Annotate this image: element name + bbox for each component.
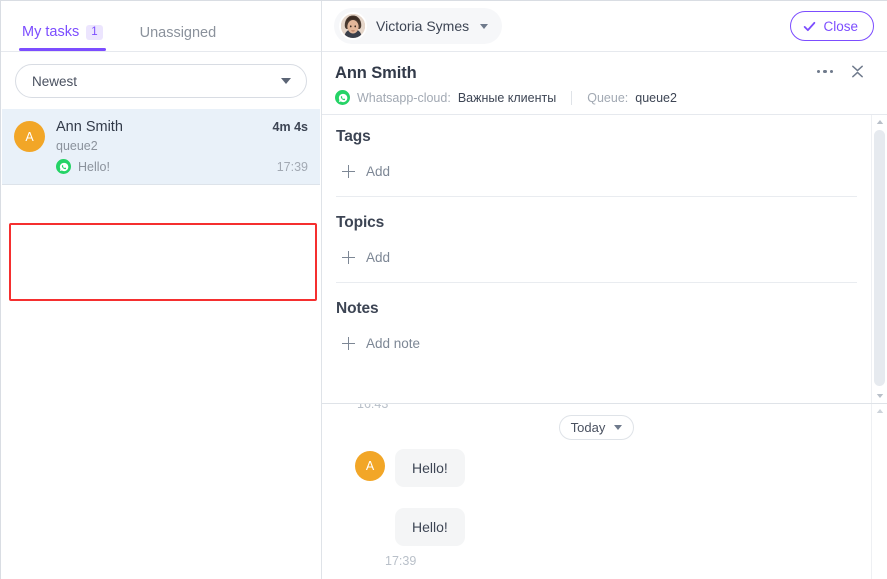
queue-label: Queue:	[587, 90, 629, 105]
contact-meta: Whatsapp-cloud: Важные клиенты Queue: qu…	[335, 90, 874, 105]
chevron-down-icon	[614, 425, 623, 430]
conversation-header: Victoria Symes Close	[322, 1, 887, 52]
section-title-topics: Topics	[336, 214, 385, 231]
task-card-highlight-box	[9, 223, 317, 301]
task-list: A Ann Smith 4m 4s queue2 Hello! 17:39	[1, 109, 321, 579]
task-card-bottom-row: Hello! 17:39	[56, 159, 308, 174]
chevron-down-icon	[480, 23, 489, 29]
details-scrollbar[interactable]	[871, 115, 887, 403]
message-bubble: Hello!	[395, 508, 465, 546]
add-tag-button[interactable]: Add	[342, 164, 857, 179]
add-tag-label: Add	[366, 164, 391, 179]
section-tags: Tags Add	[336, 128, 857, 197]
plus-icon	[342, 165, 355, 178]
add-topic-button[interactable]: Add	[342, 250, 857, 265]
chat-scroll-up-arrow[interactable]	[872, 404, 887, 418]
scroll-down-arrow[interactable]	[872, 389, 887, 403]
section-title-tags: Tags	[336, 128, 371, 145]
agent-avatar	[339, 12, 367, 40]
task-last-message-time: 17:39	[276, 159, 308, 174]
task-card-ann-smith[interactable]: A Ann Smith 4m 4s queue2 Hello! 17:39	[2, 109, 320, 185]
channel-value: Важные клиенты	[457, 90, 557, 105]
queue-value: queue2	[635, 90, 677, 105]
contact-name: Ann Smith	[335, 64, 417, 82]
avatar: A	[14, 121, 45, 152]
add-note-label: Add note	[366, 336, 421, 351]
task-contact-name: Ann Smith	[56, 119, 123, 135]
date-selector-label: Today	[570, 420, 606, 435]
avatar: A	[355, 451, 385, 481]
tab-my-tasks-badge: 1	[86, 24, 103, 40]
chat-messages: 16:43 Today A Hello! Hello! 17:39	[322, 404, 887, 568]
contact-details-inner: Tags Add Topics Add Notes Add note	[322, 115, 887, 351]
contact-actions	[816, 64, 866, 79]
close-button-label: Close	[823, 18, 858, 34]
avatar-spacer	[355, 510, 385, 540]
conversation-panel: Victoria Symes Close Ann Smith Whatsapp-…	[322, 1, 887, 579]
collapse-icon[interactable]	[850, 64, 865, 79]
date-selector-pill[interactable]: Today	[558, 415, 635, 440]
plus-icon	[342, 251, 355, 264]
more-horizontal-icon[interactable]	[816, 69, 833, 74]
chat-region: 16:43 Today A Hello! Hello! 17:39	[322, 404, 887, 579]
sort-select[interactable]: Newest	[15, 64, 307, 98]
task-queue-label: queue2	[56, 139, 98, 153]
chevron-down-icon	[281, 78, 291, 84]
chat-message: A Hello!	[336, 449, 857, 487]
close-button[interactable]: Close	[790, 11, 874, 41]
agent-name: Victoria Symes	[376, 18, 470, 34]
add-note-button[interactable]: Add note	[342, 336, 857, 351]
plus-icon	[342, 337, 355, 350]
meta-divider	[571, 90, 573, 105]
tab-my-tasks-label: My tasks	[22, 24, 80, 40]
tab-my-tasks[interactable]: My tasks 1	[19, 24, 113, 52]
chat-message: Hello!	[336, 508, 857, 546]
channel-label: Whatsapp-cloud:	[357, 90, 451, 105]
section-notes: Notes Add note	[336, 283, 857, 351]
task-card-top-row: Ann Smith 4m 4s	[56, 119, 308, 135]
task-list-panel: My tasks 1 Unassigned Newest A Ann Smith…	[1, 1, 322, 579]
scrollbar-thumb[interactable]	[874, 130, 885, 386]
app-window: My tasks 1 Unassigned Newest A Ann Smith…	[0, 0, 887, 579]
section-topics: Topics Add	[336, 197, 857, 283]
agent-selector[interactable]: Victoria Symes	[334, 8, 503, 44]
chat-earlier-time: 16:43	[357, 404, 389, 411]
whatsapp-icon	[335, 90, 350, 105]
sort-select-value: Newest	[32, 73, 78, 89]
contact-details-region: Tags Add Topics Add Notes Add note	[322, 115, 887, 404]
section-title-notes: Notes	[336, 300, 379, 317]
message-bubble: Hello!	[395, 449, 465, 487]
chat-date-divider: Today	[336, 415, 857, 440]
check-icon	[804, 21, 816, 31]
chat-message-time: 17:39	[385, 554, 417, 568]
tab-unassigned[interactable]: Unassigned	[139, 24, 227, 52]
task-last-message-text: Hello!	[78, 159, 110, 174]
tab-bar: My tasks 1 Unassigned	[1, 1, 321, 52]
add-topic-label: Add	[366, 250, 391, 265]
task-timer: 4m 4s	[272, 120, 308, 134]
task-last-message: Hello!	[56, 159, 110, 174]
sort-control-wrap: Newest	[1, 52, 321, 109]
chat-scrollbar[interactable]	[871, 404, 887, 579]
contact-info-strip: Ann Smith Whatsapp-cloud: Важные клиенты…	[322, 52, 887, 115]
task-card-body: Ann Smith 4m 4s queue2 Hello! 17:39	[56, 119, 308, 174]
scroll-up-arrow[interactable]	[872, 115, 887, 129]
whatsapp-icon	[56, 159, 71, 174]
tab-unassigned-label: Unassigned	[139, 24, 217, 41]
